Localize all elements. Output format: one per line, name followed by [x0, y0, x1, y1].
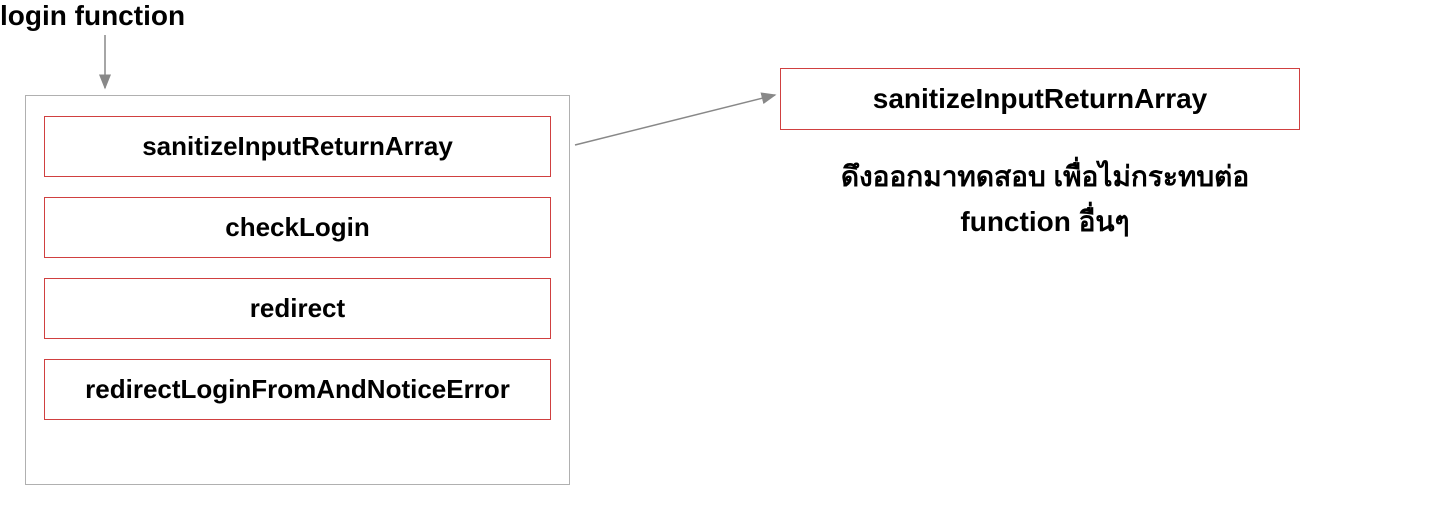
extracted-function-box: sanitizeInputReturnArray	[780, 68, 1300, 130]
caption-line-2: function อื่นๆ	[960, 206, 1129, 237]
fn-check-login: checkLogin	[44, 197, 551, 258]
fn-redirect-login-notice: redirectLoginFromAndNoticeError	[44, 359, 551, 420]
arrow-fn-to-extracted	[575, 95, 775, 145]
extracted-caption: ดึงออกมาทดสอบ เพื่อไม่กระทบต่อ function …	[730, 155, 1360, 245]
fn-redirect: redirect	[44, 278, 551, 339]
diagram-title: login function	[0, 0, 185, 32]
caption-line-1: ดึงออกมาทดสอบ เพื่อไม่กระทบต่อ	[841, 161, 1249, 192]
fn-sanitize-input: sanitizeInputReturnArray	[44, 116, 551, 177]
login-function-container: sanitizeInputReturnArray checkLogin redi…	[25, 95, 570, 485]
